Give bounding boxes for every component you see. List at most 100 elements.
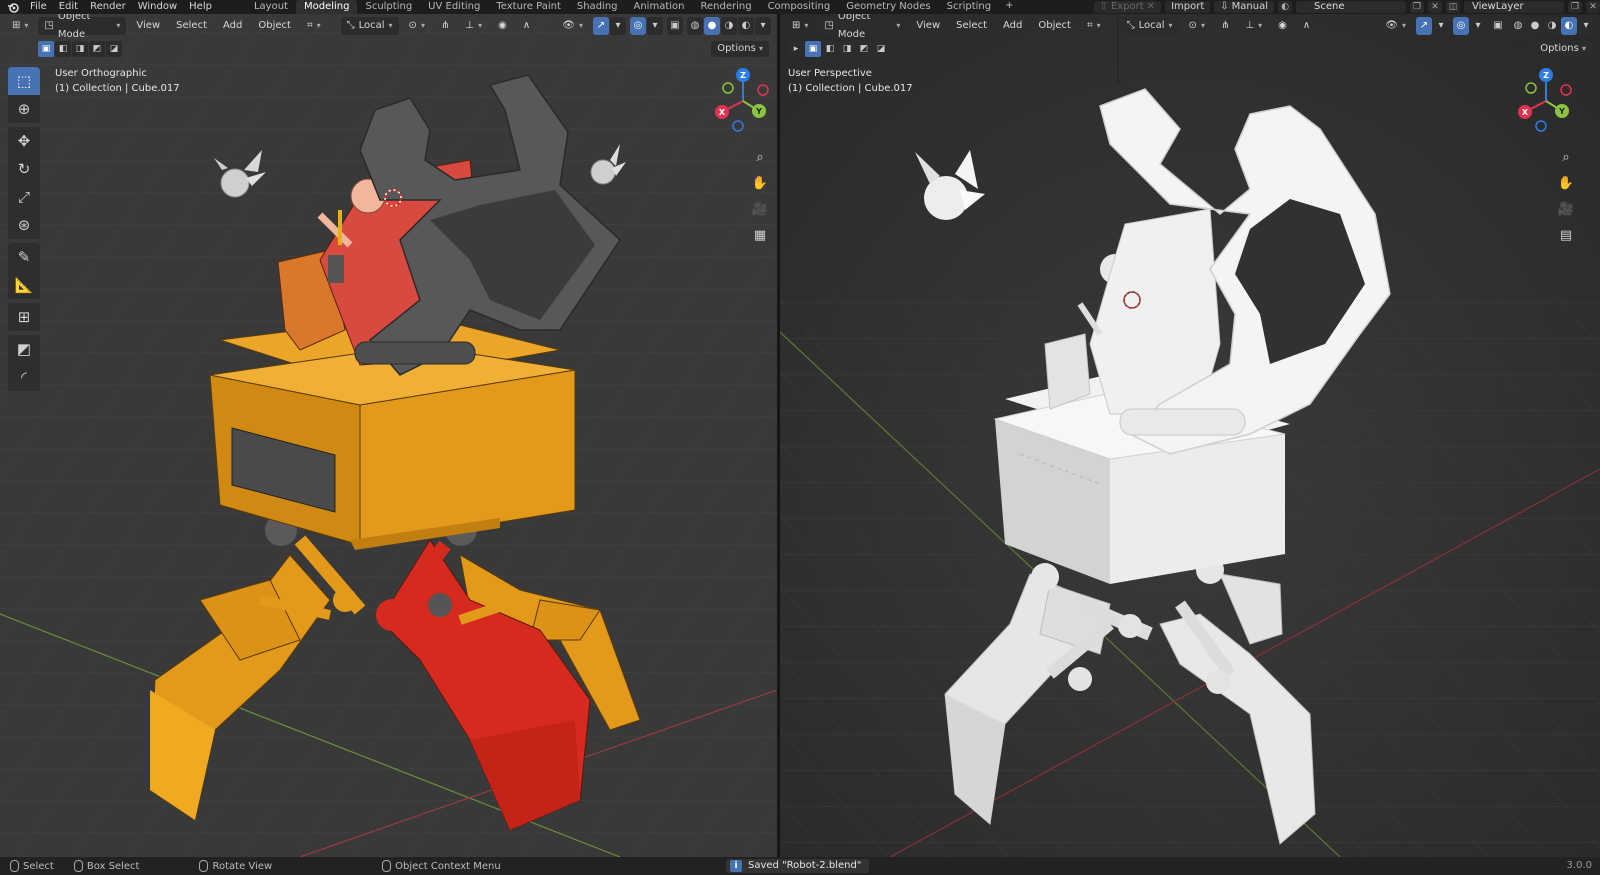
rendered-shading-icon[interactable]: ◐ bbox=[1561, 17, 1577, 35]
rotate-tool-icon[interactable]: ↻ bbox=[8, 155, 40, 183]
tab-layout[interactable]: Layout bbox=[246, 0, 296, 14]
gizmo-dropdown-icon[interactable]: ▾ bbox=[1433, 17, 1449, 35]
pivot-point-icon[interactable]: ⊙ ▾ bbox=[1183, 17, 1211, 35]
menu-select[interactable]: Select bbox=[950, 17, 993, 35]
xray-icon[interactable]: ▣ bbox=[667, 17, 683, 35]
viewport-right[interactable]: ⊞ ▾ ◳ Object Mode ▾ View Select Add Object … bbox=[780, 14, 1600, 857]
select-intersect-icon[interactable]: ◪ bbox=[873, 41, 889, 57]
scene-browse-icon[interactable]: ◐ bbox=[1278, 1, 1292, 13]
new-view-layer-icon[interactable]: ❐ bbox=[1568, 1, 1582, 13]
tab-texture-paint[interactable]: Texture Paint bbox=[488, 0, 569, 14]
overlay-dropdown-icon[interactable]: ▾ bbox=[1470, 17, 1486, 35]
transform-orientation-icon[interactable]: ⌗ ▾ bbox=[1081, 17, 1107, 35]
perspective-toggle-icon[interactable]: ▤ bbox=[1554, 223, 1578, 247]
menu-view[interactable]: View bbox=[910, 17, 946, 35]
pivot-point-icon[interactable]: ⊙ ▾ bbox=[403, 17, 431, 35]
bevel-tool-icon[interactable]: ◜ bbox=[8, 363, 40, 391]
menu-select[interactable]: Select bbox=[170, 17, 213, 35]
snap-target-icon[interactable]: ⊥ ▾ bbox=[1239, 17, 1268, 35]
gizmo-icon[interactable]: ↗ bbox=[1416, 17, 1432, 35]
rendered-shading-icon[interactable]: ◐ bbox=[738, 17, 754, 35]
export-button[interactable]: ⇧ Export ✕ bbox=[1093, 1, 1162, 13]
delete-scene-icon[interactable]: ✕ bbox=[1428, 1, 1442, 13]
snap-icon[interactable]: ⋔ bbox=[1215, 17, 1235, 35]
menu-object[interactable]: Object bbox=[252, 17, 297, 35]
snap-icon[interactable]: ⋔ bbox=[435, 17, 455, 35]
annotate-tool-icon[interactable]: ✎ bbox=[8, 243, 40, 271]
wireframe-shading-icon[interactable]: ◍ bbox=[687, 17, 703, 35]
select-intersect-icon[interactable]: ◪ bbox=[106, 41, 122, 57]
neg-x-handle[interactable] bbox=[757, 84, 769, 96]
cursor-tool-icon[interactable]: ⊕ bbox=[8, 95, 40, 123]
shading-dropdown-icon[interactable]: ▾ bbox=[755, 17, 771, 35]
view-layer-browse-icon[interactable]: ◫ bbox=[1446, 1, 1460, 13]
visibility-icon[interactable]: 👁 ▾ bbox=[556, 17, 589, 35]
solid-shading-icon[interactable]: ● bbox=[704, 17, 720, 35]
manual-button[interactable]: ⇩ Manual bbox=[1214, 1, 1274, 13]
new-scene-icon[interactable]: ❐ bbox=[1410, 1, 1424, 13]
ortho-grid-icon[interactable]: ▦ bbox=[748, 223, 772, 247]
orientation-selector[interactable]: ⤡ Local ▾ bbox=[340, 17, 399, 35]
camera-view-icon[interactable]: 🎥 bbox=[1554, 197, 1578, 221]
visibility-icon[interactable]: 👁 ▾ bbox=[1379, 17, 1412, 35]
extrude-tool-icon[interactable]: ◩ bbox=[8, 335, 40, 363]
material-shading-icon[interactable]: ◑ bbox=[721, 17, 737, 35]
editor-type-icon[interactable]: ⊞ ▾ bbox=[6, 17, 34, 35]
pan-hand-icon[interactable]: ✋ bbox=[748, 171, 772, 195]
overlay-icon[interactable]: ◎ bbox=[630, 17, 646, 35]
select-new-icon[interactable]: ▣ bbox=[805, 41, 821, 57]
solid-shading-icon[interactable]: ● bbox=[1527, 17, 1543, 35]
neg-y-handle[interactable] bbox=[722, 82, 734, 94]
tab-geometry-nodes[interactable]: Geometry Nodes bbox=[838, 0, 938, 14]
add-cube-tool-icon[interactable]: ⊞ bbox=[8, 303, 40, 331]
menu-object[interactable]: Object bbox=[1032, 17, 1077, 35]
proportional-edit-icon[interactable]: ◉ bbox=[492, 17, 513, 35]
xray-icon[interactable]: ▣ bbox=[1490, 17, 1506, 35]
tab-compositing[interactable]: Compositing bbox=[760, 0, 839, 14]
overlay-dropdown-icon[interactable]: ▾ bbox=[647, 17, 663, 35]
select-box-tool-icon[interactable]: ⬚ bbox=[8, 67, 40, 95]
zoom-icon[interactable]: ⌕ bbox=[1554, 145, 1578, 169]
scale-tool-icon[interactable]: ⤢ bbox=[8, 183, 40, 211]
measure-tool-icon[interactable]: 📐 bbox=[8, 271, 40, 299]
options-button[interactable]: Options ▾ bbox=[1534, 41, 1592, 57]
transform-tool-icon[interactable]: ⊛ bbox=[8, 211, 40, 239]
camera-view-icon[interactable]: 🎥 bbox=[748, 197, 772, 221]
tab-rendering[interactable]: Rendering bbox=[692, 0, 759, 14]
menu-window[interactable]: Window bbox=[132, 0, 183, 14]
menu-edit[interactable]: Edit bbox=[53, 0, 84, 14]
tab-modeling[interactable]: Modeling bbox=[295, 0, 358, 14]
neg-y-handle[interactable] bbox=[1525, 82, 1537, 94]
transform-orientation-icon[interactable]: ⌗ ▾ bbox=[301, 17, 327, 35]
move-tool-icon[interactable]: ✥ bbox=[8, 127, 40, 155]
view-layer-selector[interactable]: ViewLayer bbox=[1464, 1, 1564, 13]
overlay-icon[interactable]: ◎ bbox=[1453, 17, 1469, 35]
orientation-selector[interactable]: ⤡ Local ▾ bbox=[1120, 17, 1179, 35]
neg-x-handle[interactable] bbox=[1560, 84, 1572, 96]
select-invert-icon[interactable]: ◩ bbox=[856, 41, 872, 57]
material-shading-icon[interactable]: ◑ bbox=[1544, 17, 1560, 35]
navigation-gizmo[interactable]: Z X Y bbox=[1511, 66, 1581, 136]
neg-z-handle[interactable] bbox=[732, 120, 744, 132]
falloff-icon[interactable]: ∧ bbox=[1297, 17, 1316, 35]
blender-logo-icon[interactable] bbox=[6, 0, 20, 14]
menu-add[interactable]: Add bbox=[997, 17, 1028, 35]
menu-add[interactable]: Add bbox=[217, 17, 248, 35]
tab-animation[interactable]: Animation bbox=[626, 0, 693, 14]
options-button[interactable]: Options ▾ bbox=[711, 41, 769, 57]
import-button[interactable]: Import bbox=[1165, 1, 1211, 13]
delete-view-layer-icon[interactable]: ✕ bbox=[1586, 1, 1600, 13]
select-extend-icon[interactable]: ◧ bbox=[55, 41, 71, 57]
gizmo-dropdown-icon[interactable]: ▾ bbox=[610, 17, 626, 35]
menu-file[interactable]: File bbox=[24, 0, 53, 14]
tab-uv-editing[interactable]: UV Editing bbox=[420, 0, 488, 14]
shading-dropdown-icon[interactable]: ▾ bbox=[1578, 17, 1594, 35]
tab-scripting[interactable]: Scripting bbox=[939, 0, 999, 14]
tab-shading[interactable]: Shading bbox=[569, 0, 626, 14]
menu-view[interactable]: View bbox=[130, 17, 166, 35]
falloff-icon[interactable]: ∧ bbox=[517, 17, 536, 35]
editor-type-icon[interactable]: ⊞ ▾ bbox=[786, 17, 814, 35]
menu-render[interactable]: Render bbox=[84, 0, 132, 14]
select-new-icon[interactable]: ▣ bbox=[38, 41, 54, 57]
snap-target-icon[interactable]: ⊥ ▾ bbox=[459, 17, 488, 35]
